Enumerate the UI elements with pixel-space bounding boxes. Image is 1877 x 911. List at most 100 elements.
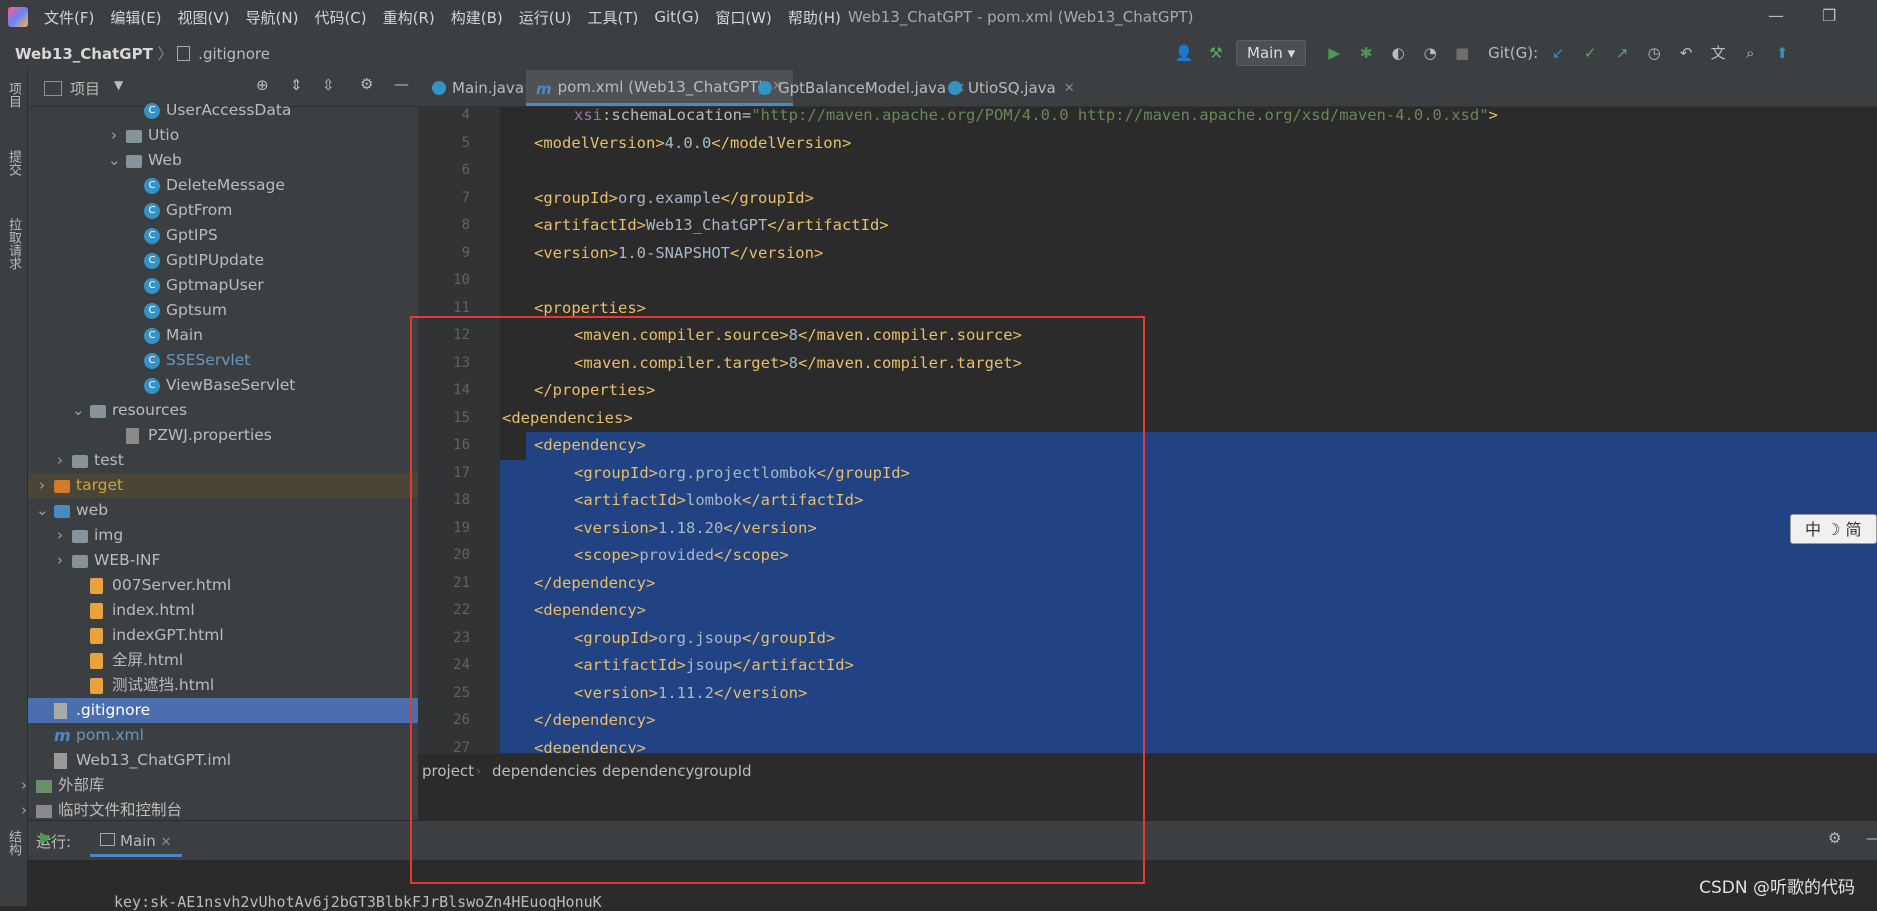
tool-tab-pull-requests[interactable]: 拉取请求 xyxy=(4,218,23,270)
chevron-right-icon[interactable]: › xyxy=(18,773,30,798)
menu-item[interactable]: 窗口(W) xyxy=(715,7,772,28)
tree-node[interactable]: C Gptsum xyxy=(28,298,418,323)
tree-node[interactable]: ⌄ resources xyxy=(28,398,418,423)
code-token: lombok xyxy=(685,491,742,509)
editor-area: Main.java✕mpom.xml (Web13_ChatGPT)✕GptBa… xyxy=(418,70,1877,820)
tool-tab-project[interactable]: 项目 xyxy=(4,82,23,108)
tree-node[interactable]: › Utio xyxy=(28,123,418,148)
tree-node[interactable]: › test xyxy=(28,448,418,473)
code-token: 8 xyxy=(788,353,798,372)
code-line: 26 </dependency> xyxy=(418,707,1877,735)
nav-project-name[interactable]: Web13_ChatGPT xyxy=(15,45,153,63)
close-icon[interactable]: ✕ xyxy=(1064,81,1075,96)
tree-node[interactable]: › WEB-INF xyxy=(28,548,418,573)
nav-file-name[interactable]: .gitignore xyxy=(198,45,270,63)
menu-item[interactable]: 导航(N) xyxy=(246,7,299,28)
run-config-select[interactable]: Main ▾ xyxy=(1236,40,1307,66)
hide-icon[interactable]: — xyxy=(1866,829,1877,847)
tool-tab-structure[interactable]: 结构 xyxy=(4,830,23,856)
update-icon[interactable]: ⬆ xyxy=(1770,42,1794,64)
project-panel-title[interactable]: 项目 xyxy=(70,78,100,99)
run-tab[interactable]: Main ✕ xyxy=(90,825,182,857)
hide-panel-icon[interactable]: — xyxy=(394,75,409,93)
menu-item[interactable]: 构建(B) xyxy=(451,7,503,28)
search-icon[interactable]: ⌕ xyxy=(1738,42,1762,64)
git-update-icon[interactable]: ↙ xyxy=(1546,42,1570,64)
chevron-down-icon[interactable]: ⌄ xyxy=(72,398,85,423)
close-icon[interactable]: ✕ xyxy=(161,835,172,850)
tree-node[interactable]: C SSEServlet xyxy=(28,348,418,373)
git-commit-icon[interactable]: ✓ xyxy=(1578,42,1602,64)
code-token: 8 xyxy=(788,326,798,344)
tree-node[interactable]: .gitignore xyxy=(28,698,418,723)
tree-node[interactable]: 测试遮挡.html xyxy=(28,673,418,698)
translate-icon[interactable]: 文 xyxy=(1706,42,1730,64)
menu-item[interactable]: 重构(R) xyxy=(383,7,435,28)
rollback-icon[interactable]: ↶ xyxy=(1674,42,1698,64)
tree-node[interactable]: m pom.xml xyxy=(28,723,418,748)
tree-node[interactable]: ⌄ web xyxy=(28,498,418,523)
tree-node[interactable]: C GptFrom xyxy=(28,198,418,223)
tree-node[interactable]: C ViewBaseServlet xyxy=(28,373,418,398)
tree-node[interactable]: › 外部库 xyxy=(21,773,418,798)
tree-node[interactable]: C DeleteMessage xyxy=(28,173,418,198)
code-area[interactable]: 4 xsi:schemaLocation="http://maven.apache… xyxy=(418,106,1877,753)
breadcrumb-item[interactable]: groupId xyxy=(694,762,752,780)
breadcrumb-item[interactable]: project xyxy=(422,762,474,780)
menu-item[interactable]: Git(G) xyxy=(654,8,699,26)
minimize-button[interactable]: — xyxy=(1768,6,1784,25)
build-hammer-icon[interactable]: ⚒ xyxy=(1204,42,1228,64)
tree-node[interactable]: ⌄ Web xyxy=(28,148,418,173)
profile-icon[interactable]: ◔ xyxy=(1418,42,1442,64)
tree-node[interactable]: › img xyxy=(28,523,418,548)
history-icon[interactable]: ◷ xyxy=(1642,42,1666,64)
locate-icon[interactable]: ⊕ xyxy=(256,76,269,94)
chevron-right-icon[interactable]: › xyxy=(54,548,66,573)
tree-node[interactable]: 007Server.html xyxy=(28,573,418,598)
tree-node[interactable]: index.html xyxy=(28,598,418,623)
html-file-icon xyxy=(90,628,103,644)
menu-item[interactable]: 编辑(E) xyxy=(110,7,161,28)
tool-tab-commit[interactable]: 提交 xyxy=(4,150,23,176)
chevron-down-icon[interactable]: ▼ xyxy=(114,78,123,92)
editor-tab[interactable]: UtioSQ.java ✕ xyxy=(938,70,1085,106)
menu-item[interactable]: 运行(U) xyxy=(519,7,572,28)
menu-item[interactable]: 代码(C) xyxy=(314,7,366,28)
menu-item[interactable]: 工具(T) xyxy=(587,7,638,28)
breadcrumb-item[interactable]: dependencies xyxy=(492,762,597,780)
menu-item[interactable]: 帮助(H) xyxy=(788,7,841,28)
run-console[interactable]: ▶ key:sk-AE1nsvh2vUhotAv6j2bGT3BlbkFJrBl… xyxy=(28,828,1877,911)
ime-status-popup[interactable]: 中 ☽ 简 xyxy=(1790,514,1877,544)
tree-node[interactable]: C GptIPUpdate xyxy=(28,248,418,273)
settings-gear-icon[interactable]: ⚙ xyxy=(1828,829,1841,847)
collapse-all-icon[interactable]: ⇳ xyxy=(322,76,335,94)
git-push-icon[interactable]: ↗ xyxy=(1610,42,1634,64)
menu-item[interactable]: 视图(V) xyxy=(178,7,230,28)
restore-button[interactable]: ❐ xyxy=(1822,6,1836,25)
expand-all-icon[interactable]: ⇕ xyxy=(290,76,303,94)
chevron-right-icon[interactable]: › xyxy=(108,123,120,148)
run-icon[interactable]: ▶ xyxy=(1322,42,1346,64)
stop-icon[interactable]: ■ xyxy=(1450,42,1474,64)
tree-node[interactable]: PZWJ.properties xyxy=(28,423,418,448)
chevron-down-icon[interactable]: ⌄ xyxy=(36,498,49,523)
rerun-icon[interactable]: ▶ xyxy=(40,828,52,846)
chevron-right-icon[interactable]: › xyxy=(54,448,66,473)
chevron-right-icon[interactable]: › xyxy=(36,473,48,498)
tree-node[interactable]: C GptmapUser xyxy=(28,273,418,298)
tree-node[interactable]: Web13_ChatGPT.iml xyxy=(28,748,418,773)
gear-icon[interactable]: ⚙ xyxy=(360,75,373,93)
chevron-right-icon[interactable]: › xyxy=(54,523,66,548)
tree-node[interactable]: C UserAccessData xyxy=(28,98,418,123)
tree-node[interactable]: 全屏.html xyxy=(28,648,418,673)
line-number: 6 xyxy=(461,162,470,178)
tree-node[interactable]: indexGPT.html xyxy=(28,623,418,648)
debug-icon[interactable]: ✱ xyxy=(1354,42,1378,64)
tree-node[interactable]: C Main xyxy=(28,323,418,348)
tree-node[interactable]: › target xyxy=(28,473,418,498)
menu-item[interactable]: 文件(F) xyxy=(44,7,94,28)
chevron-down-icon[interactable]: ⌄ xyxy=(108,148,121,173)
coverage-icon[interactable]: ◐ xyxy=(1386,42,1410,64)
tree-node[interactable]: C GptIPS xyxy=(28,223,418,248)
user-icon[interactable]: 👤 xyxy=(1172,42,1196,64)
